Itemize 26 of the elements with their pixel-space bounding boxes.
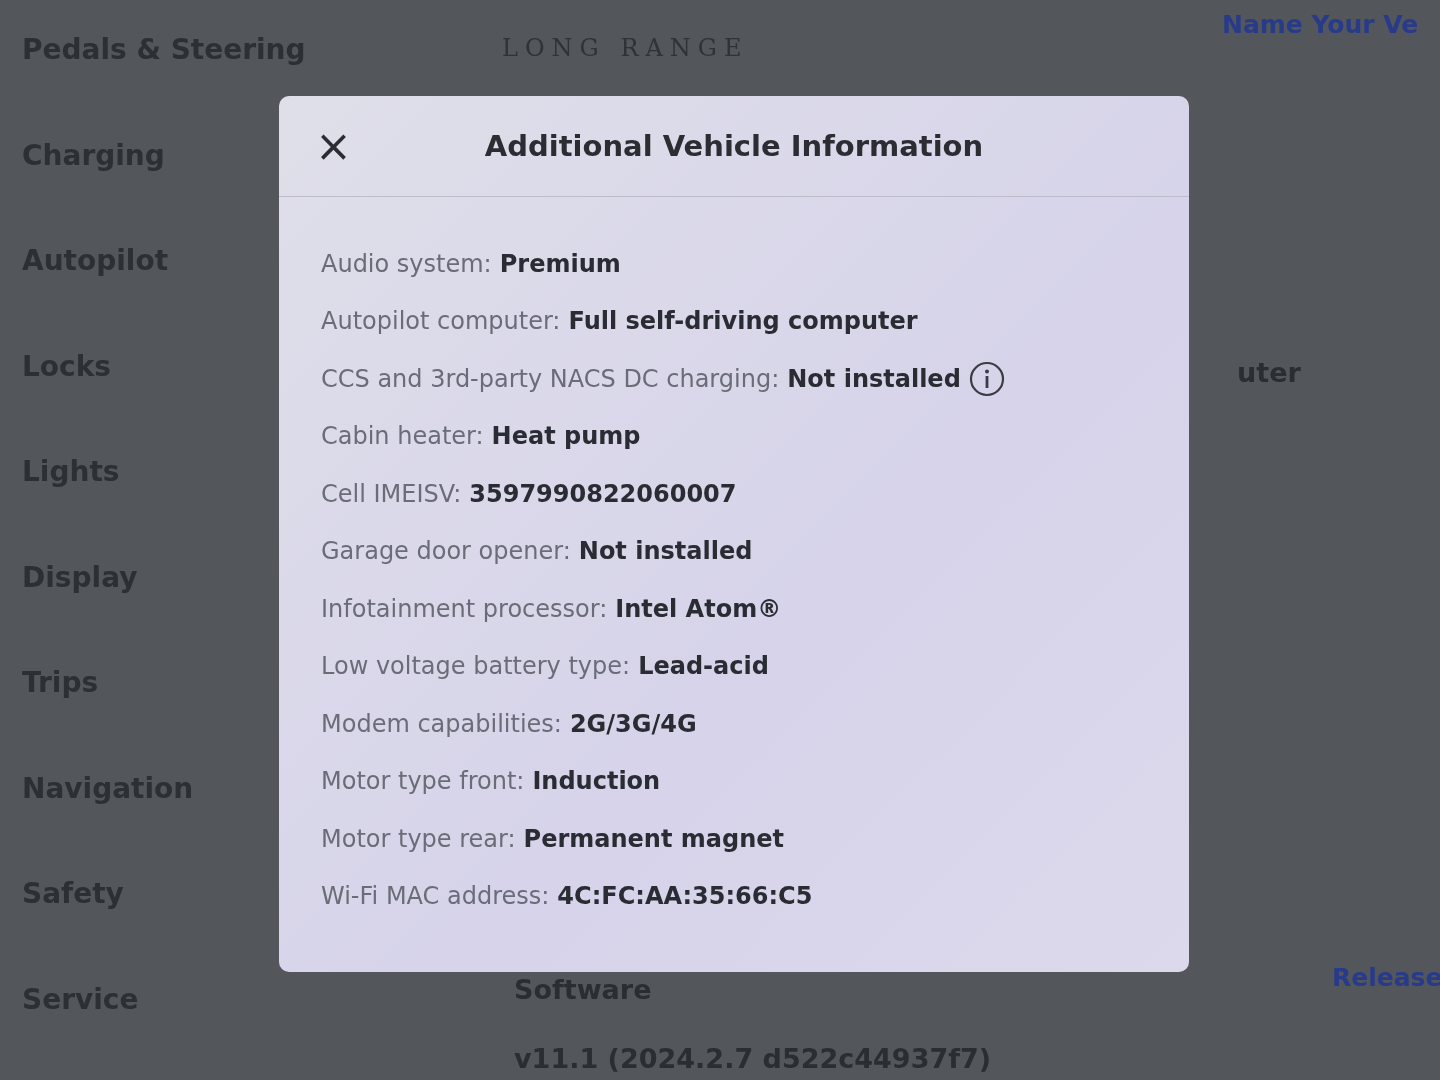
info-label: Modem capabilities:	[321, 709, 562, 738]
info-label: CCS and 3rd-party NACS DC charging:	[321, 364, 780, 393]
info-label: Garage door opener:	[321, 537, 571, 566]
info-value: Premium	[499, 249, 621, 278]
info-value: Lead-acid	[638, 652, 769, 681]
info-label: Audio system:	[321, 249, 492, 278]
info-label: Infotainment processor:	[321, 594, 608, 623]
info-icon[interactable]	[968, 360, 1005, 397]
info-label: Low voltage battery type:	[321, 652, 631, 681]
info-value: 3597990822060007	[469, 479, 737, 508]
info-value: Not installed	[578, 537, 753, 566]
info-label: Motor type rear:	[321, 824, 516, 853]
info-value: Heat pump	[491, 422, 641, 451]
info-label: Autopilot computer:	[321, 307, 561, 336]
info-label: Wi-Fi MAC address:	[321, 882, 550, 911]
info-value: 4C:FC:AA:35:66:C5	[557, 882, 813, 911]
info-label: Motor type front:	[321, 767, 525, 796]
info-label: Cabin heater:	[321, 422, 484, 451]
info-value: 2G/3G/4G	[569, 709, 697, 738]
info-value: Not installed	[787, 364, 961, 393]
info-value: Full self-driving computer	[568, 307, 918, 336]
info-value: Intel Atom®	[615, 594, 782, 623]
info-label: Cell IMEISV:	[321, 479, 462, 508]
info-value: Permanent magnet	[523, 824, 784, 853]
info-value: Induction	[532, 767, 661, 796]
dialog-title: Additional Vehicle Information	[484, 129, 984, 163]
